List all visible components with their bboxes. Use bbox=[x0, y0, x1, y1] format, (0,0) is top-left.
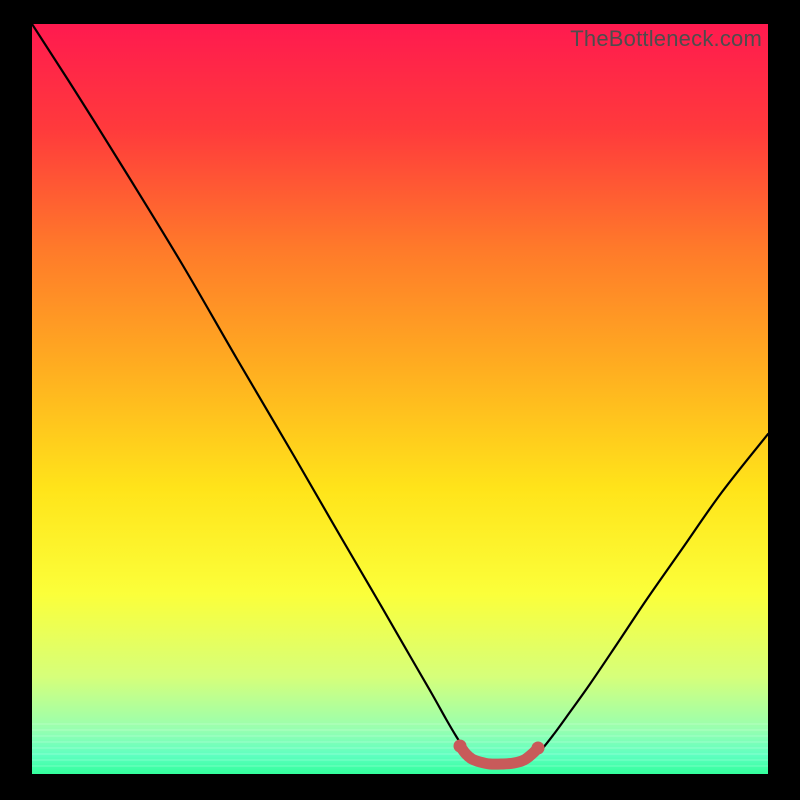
chart-svg bbox=[32, 24, 768, 774]
watermark-text: TheBottleneck.com bbox=[570, 26, 762, 52]
optimal-marker-end bbox=[532, 742, 545, 755]
plot-area bbox=[32, 24, 768, 774]
gradient-background bbox=[32, 24, 768, 774]
chart-frame: TheBottleneck.com bbox=[32, 24, 768, 774]
optimal-marker-start bbox=[454, 740, 467, 753]
